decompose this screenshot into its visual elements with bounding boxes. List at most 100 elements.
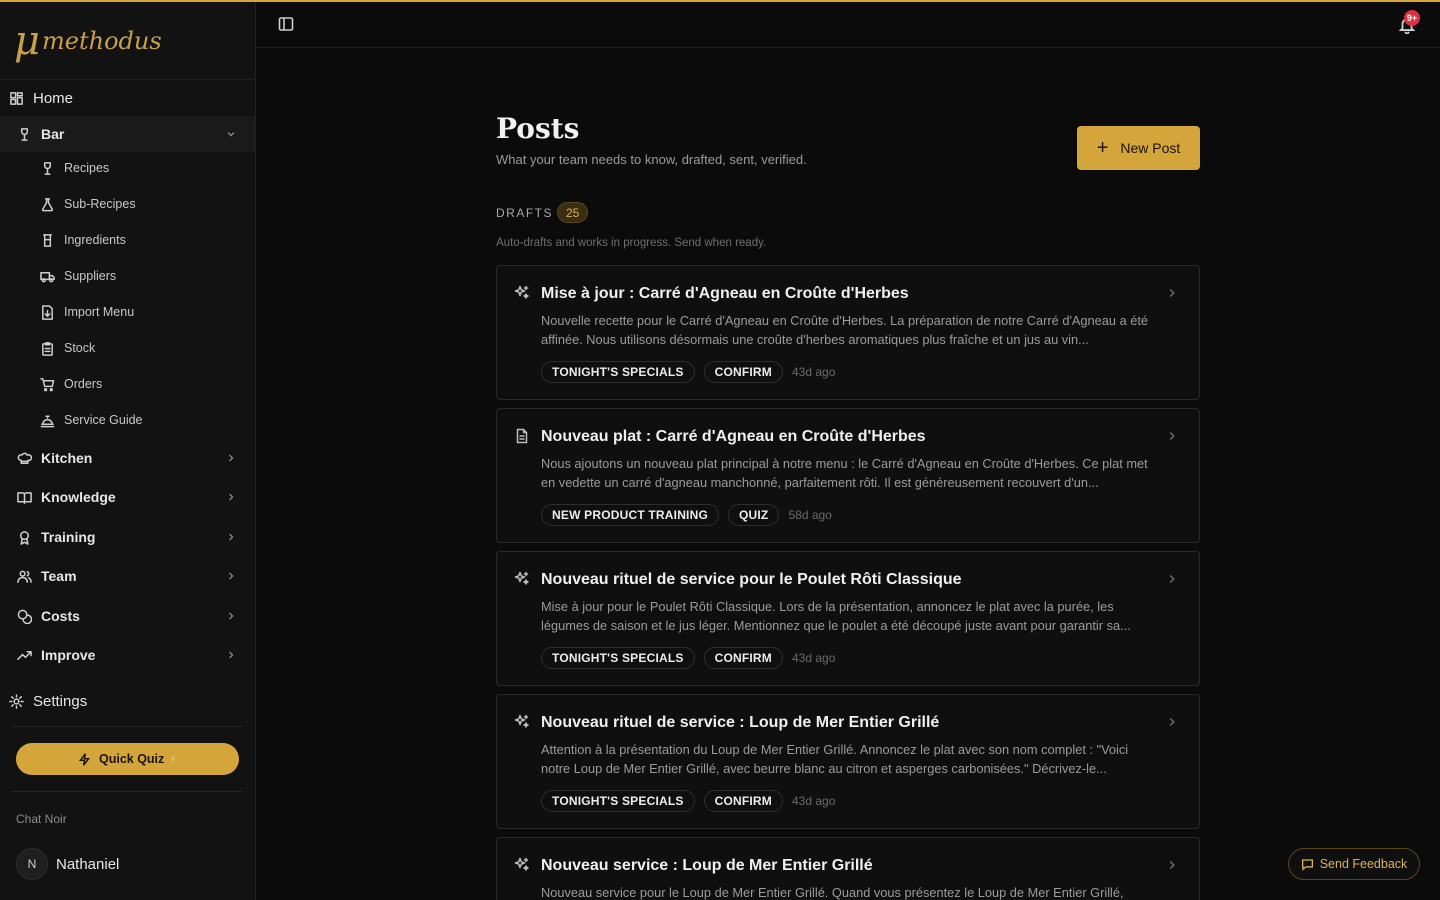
sidebar-toggle-icon[interactable] [278, 16, 294, 32]
sidebar-group-kitchen[interactable]: Kitchen [0, 440, 255, 476]
sidebar-item-ingredients[interactable]: Ingredients [0, 224, 255, 256]
quick-quiz-label: Quick Quiz [98, 752, 165, 766]
chevron-right-icon [1165, 572, 1179, 586]
message-icon [1301, 858, 1313, 871]
post-tag: CONFIRM [703, 790, 783, 812]
sidebar-item-label: Settings [33, 692, 88, 710]
post-title: Nouveau service : Loup de Mer Entier Gri… [541, 857, 873, 874]
send-feedback-label: Send Feedback [1319, 857, 1408, 871]
post-card[interactable]: Nouveau service : Loup de Mer Entier Gri… [496, 837, 1200, 900]
sidebar-group-knowledge[interactable]: Knowledge [0, 479, 255, 515]
post-age: 43d ago [792, 651, 836, 665]
post-tag: TONIGHT'S SPECIALS [541, 790, 695, 812]
sidebar-group-label: Costs [41, 608, 80, 624]
sidebar-item-settings[interactable]: Settings [0, 683, 255, 719]
sidebar-group-training[interactable]: Training [0, 519, 255, 555]
chevron-right-icon [223, 608, 239, 624]
post-card[interactable]: Nouveau rituel de service pour le Poulet… [496, 551, 1200, 686]
sidebar-item-stock[interactable]: Stock [0, 332, 255, 364]
sidebar-item-orders[interactable]: Orders [0, 368, 255, 400]
sidebar-item-home[interactable]: Home [0, 80, 255, 116]
drafts-hint: Auto-drafts and works in progress. Send … [496, 237, 767, 249]
sidebar-item-label: Ingredients [64, 233, 126, 247]
sidebar-group-label: Team [41, 568, 77, 584]
trending-up-icon [17, 648, 32, 663]
sidebar-group-improve[interactable]: Improve [0, 637, 255, 673]
sidebar-item-sub-recipes[interactable]: Sub-Recipes [0, 188, 255, 220]
send-feedback-button[interactable]: Send Feedback [1288, 848, 1420, 880]
top-accent-bar [0, 0, 1440, 2]
page-title: Posts [496, 112, 580, 145]
chevron-down-icon [223, 126, 239, 142]
post-tag: CONFIRM [703, 647, 783, 669]
user-menu[interactable]: N Nathaniel [16, 848, 119, 880]
document-icon [514, 428, 530, 444]
users-icon [17, 569, 32, 584]
sidebar-item-label: Orders [64, 377, 103, 391]
post-tags: TONIGHT'S SPECIALS CONFIRM 43d ago [541, 647, 835, 669]
chevron-right-icon [1165, 858, 1179, 872]
flask-icon [40, 197, 55, 212]
plus-icon: + [1096, 137, 1109, 159]
sidebar-item-recipes[interactable]: Recipes [0, 152, 255, 184]
sidebar-item-service-guide[interactable]: Service Guide [0, 404, 255, 436]
sidebar-item-label: Recipes [64, 161, 110, 175]
post-excerpt: Attention à la présentation du Loup de M… [541, 742, 1129, 776]
workspace-name: Chat Noir [16, 812, 67, 826]
coins-icon [17, 609, 32, 624]
chevron-right-icon [223, 647, 239, 663]
cart-icon [40, 377, 55, 392]
post-age: 58d ago [788, 508, 832, 522]
post-excerpt: Nouveau service pour le Loup de Mer Enti… [541, 885, 1124, 900]
chevron-right-icon [223, 529, 239, 545]
post-card[interactable]: Nouveau plat : Carré d'Agneau en Croûte … [496, 408, 1200, 543]
sidebar-item-label: Import Menu [64, 305, 135, 319]
clipboard-icon [40, 341, 55, 356]
truck-icon [40, 269, 55, 284]
sidebar-group-bar[interactable]: Bar [0, 116, 255, 152]
drafts-heading: DRAFTS [496, 206, 553, 220]
sidebar-group-label: Knowledge [41, 489, 116, 505]
award-icon [17, 530, 32, 545]
sidebar-group-label: Improve [41, 647, 96, 663]
chef-hat-icon [17, 451, 32, 466]
sidebar-divider [12, 726, 242, 727]
post-card[interactable]: Mise à jour : Carré d'Agneau en Croûte d… [496, 265, 1200, 400]
sidebar-item-label: Service Guide [64, 413, 143, 427]
chevron-right-icon [1165, 715, 1179, 729]
sidebar-item-import-menu[interactable]: Import Menu [0, 296, 255, 328]
post-tags: TONIGHT'S SPECIALS CONFIRM 43d ago [541, 790, 835, 812]
page-subtitle: What your team needs to know, drafted, s… [496, 152, 807, 167]
post-tag: NEW PRODUCT TRAINING [541, 504, 719, 526]
file-import-icon [40, 304, 55, 320]
wine-glass-icon [17, 127, 32, 142]
sidebar-group-team[interactable]: Team [0, 558, 255, 594]
post-excerpt: Nouvelle recette pour le Carré d'Agneau … [541, 313, 1149, 347]
sidebar-group-label: Training [41, 529, 96, 545]
new-post-button[interactable]: + New Post [1077, 126, 1200, 170]
chevron-right-icon [223, 450, 239, 466]
logo-mark: μ [14, 17, 40, 64]
sidebar: μ methodus Home Bar Recipes Sub-Recipes … [0, 2, 256, 900]
sidebar-group-costs[interactable]: Costs [0, 598, 255, 634]
sparkles-icon [514, 285, 530, 301]
sparkles-icon [514, 714, 530, 730]
brand-logo[interactable]: μ methodus [0, 2, 255, 80]
chevron-right-icon [223, 568, 239, 584]
post-tag: CONFIRM [703, 361, 783, 383]
gear-icon [9, 693, 24, 709]
user-name: Nathaniel [56, 855, 120, 873]
sidebar-item-suppliers[interactable]: Suppliers [0, 260, 255, 292]
wine-glass-icon [40, 161, 55, 176]
avatar: N [16, 848, 48, 880]
sidebar-item-label: Stock [64, 341, 96, 355]
post-tags: NEW PRODUCT TRAINING QUIZ 58d ago [541, 504, 832, 526]
notification-badge: 9+ [1404, 10, 1420, 26]
sparkle-icon: ⚡ [169, 753, 178, 766]
chevron-right-icon [1165, 286, 1179, 300]
bottle-icon [40, 233, 55, 248]
post-title: Nouveau plat : Carré d'Agneau en Croûte … [541, 428, 926, 445]
quick-quiz-button[interactable]: Quick Quiz ⚡ [16, 743, 239, 775]
sidebar-divider [12, 791, 242, 792]
post-card[interactable]: Nouveau rituel de service : Loup de Mer … [496, 694, 1200, 829]
